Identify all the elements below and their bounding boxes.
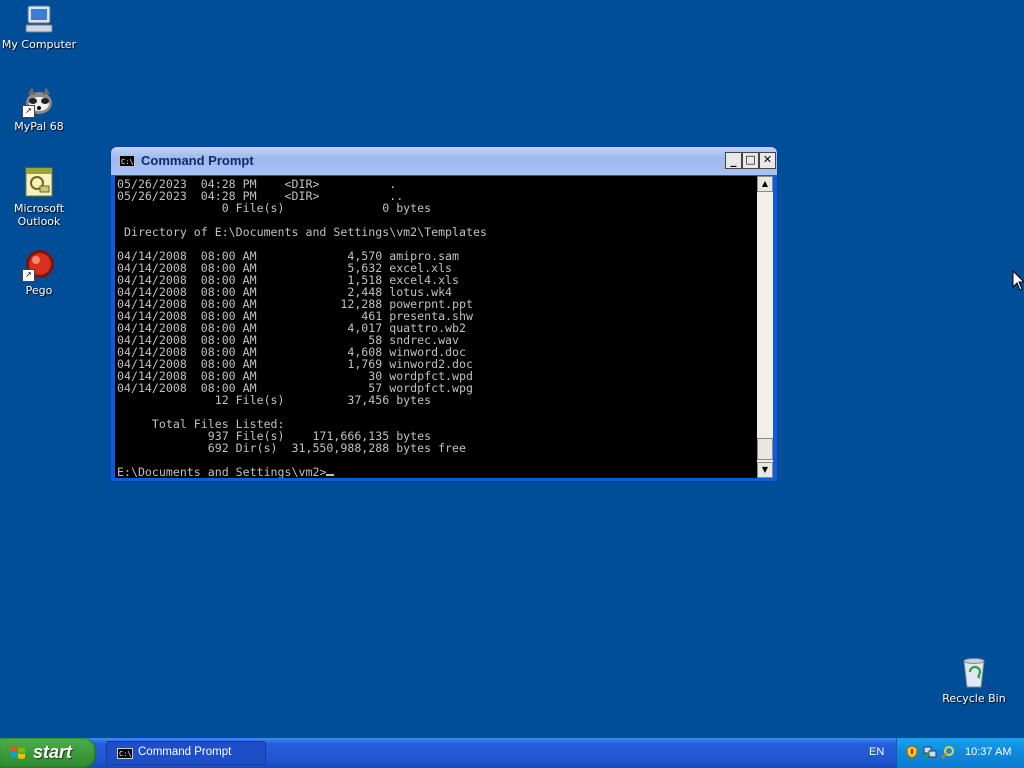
desktop-icon-label: Recycle Bin (942, 692, 1006, 705)
search-icon[interactable] (941, 745, 955, 759)
desktop-icon-outlook[interactable]: Microsoft Outlook (0, 166, 78, 228)
cmd-icon: C:\ (119, 155, 135, 167)
desktop-icon-label: Outlook (17, 215, 61, 228)
scrollbar-thumb[interactable] (757, 438, 773, 460)
command-prompt-window[interactable]: C:\ Command Prompt _ □ ✕ 05/26/2023 04:2… (110, 146, 778, 482)
recycle-bin-icon (957, 656, 991, 690)
system-tray: 10:37 AM (896, 738, 1024, 768)
mouse-pointer-icon (1012, 269, 1024, 296)
console-output[interactable]: 05/26/2023 04:28 PM <DIR> . 05/26/2023 0… (115, 176, 757, 478)
window-titlebar[interactable]: C:\ Command Prompt _ □ ✕ (111, 147, 777, 175)
outlook-icon (22, 166, 56, 200)
taskbar: start C:\ Command Prompt EN 10:37 AM (0, 738, 1024, 768)
shortcut-arrow-icon: ↗ (22, 105, 35, 118)
desktop-icon-pego[interactable]: ↗ Pego (0, 248, 78, 297)
desktop-icon-label: Microsoft (13, 202, 65, 215)
windows-flag-icon (11, 746, 25, 759)
desktop-icon-recycle-bin[interactable]: Recycle Bin (936, 656, 1012, 705)
command-prompt-line[interactable]: E:\Documents and Settings\vm2> (117, 465, 326, 478)
text-cursor (326, 474, 335, 476)
taskbar-item-label: Command Prompt (138, 746, 232, 758)
taskbar-item-command-prompt[interactable]: C:\ Command Prompt (106, 741, 266, 765)
scroll-down-arrow-icon[interactable]: ▼ (757, 462, 773, 478)
computer-icon (22, 2, 56, 36)
console-line: 692 Dir(s) 31,550,988,288 bytes free (207, 441, 467, 455)
clock[interactable]: 10:37 AM (965, 746, 1011, 758)
shortcut-arrow-icon: ↗ (22, 269, 35, 282)
console-line: 12 File(s) 37,456 bytes (214, 393, 432, 407)
desktop-icon-label: Pego (25, 284, 53, 297)
close-button[interactable]: ✕ (759, 152, 776, 169)
console-text: 05/26/2023 04:28 PM <DIR> . 05/26/2023 0… (115, 176, 757, 478)
minimize-button[interactable]: _ (725, 152, 742, 169)
network-icon[interactable] (923, 745, 937, 759)
security-shield-icon[interactable] (905, 745, 919, 759)
start-button[interactable]: start (0, 738, 96, 768)
vertical-scrollbar[interactable]: ▲ ▼ (757, 176, 773, 478)
desktop-icon-mypal[interactable]: ↗ MyPal 68 (0, 84, 78, 133)
maximize-button[interactable]: □ (742, 152, 759, 169)
desktop-icon-label: MyPal 68 (14, 120, 64, 133)
desktop-icon-label: My Computer (1, 38, 77, 51)
console-line: 0 File(s) 0 bytes (221, 201, 432, 215)
console-line: Directory of E:\Documents and Settings\v… (123, 225, 487, 239)
raccoon-icon: ↗ (22, 84, 56, 118)
scroll-up-arrow-icon[interactable]: ▲ (757, 176, 773, 192)
cmd-icon: C:\ (117, 748, 133, 759)
window-title: Command Prompt (141, 153, 254, 168)
desktop-icon-my-computer[interactable]: My Computer (0, 2, 78, 51)
red-ball-icon: ↗ (22, 248, 56, 282)
start-label: start (33, 742, 73, 762)
language-indicator[interactable]: EN (869, 746, 884, 758)
